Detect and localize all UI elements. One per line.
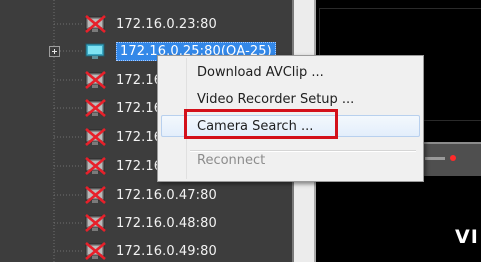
menu-item-reconnect: Reconnect [197, 152, 266, 168]
tree-item-label: 172.16.0.47:80 [116, 187, 217, 203]
tree-item-camera[interactable]: 172.16. [84, 95, 166, 121]
tree-item-label: 172.16.0.23:80 [116, 16, 217, 32]
tree-item-camera[interactable]: 172.16.0.47:80 [84, 182, 217, 208]
camera-offline-icon [85, 99, 106, 117]
camera-offline-icon [85, 15, 106, 33]
tree-item-camera[interactable]: 172.16.0.49:80 [84, 238, 217, 262]
camera-online-icon [85, 43, 105, 59]
menu-item-download-avclip[interactable]: Download AVClip ... [161, 61, 420, 83]
camera-offline-icon [85, 242, 106, 260]
tree-item-camera[interactable]: 172.16. [84, 67, 166, 93]
tree-item-camera[interactable]: 172.16. [84, 153, 166, 179]
annotation-highlight-box [184, 109, 338, 139]
camera-offline-icon [85, 186, 106, 204]
camera-offline-icon [85, 157, 106, 175]
video-overlay-text: VI [455, 226, 479, 248]
record-indicator-icon [450, 155, 456, 161]
tree-expand-toggle[interactable] [49, 46, 60, 57]
camera-offline-icon [85, 214, 106, 232]
tree-item-label: 172.16.0.48:80 [116, 215, 217, 231]
tree-item-label: 172.16.0.49:80 [116, 243, 217, 259]
tree-item-camera[interactable]: 172.16. [84, 124, 166, 150]
video-control-strip [421, 142, 481, 176]
video-progress-bar [425, 157, 445, 160]
tree-item-camera[interactable]: 172.16.0.48:80 [84, 210, 217, 236]
menu-item-video-recorder-setup[interactable]: Video Recorder Setup ... [161, 88, 420, 110]
camera-offline-icon [85, 71, 106, 89]
camera-offline-icon [85, 128, 106, 146]
tree-item-camera[interactable]: 172.16.0.23:80 [84, 11, 217, 37]
